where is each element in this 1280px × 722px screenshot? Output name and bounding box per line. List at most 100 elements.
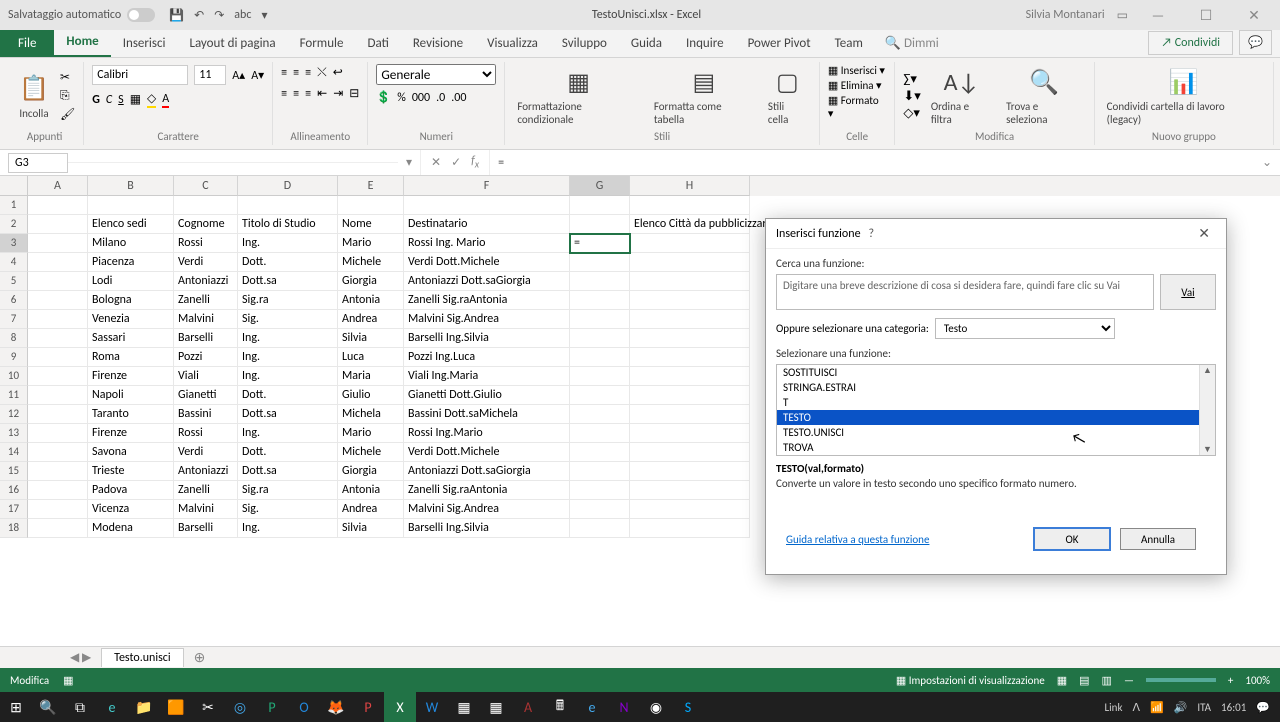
function-item[interactable]: STRINGA.ESTRAI — [777, 380, 1215, 395]
tab-inquire[interactable]: Inquire — [674, 30, 736, 57]
cell[interactable]: Dott.sa — [238, 462, 338, 481]
cell[interactable] — [28, 272, 88, 291]
excel-icon[interactable]: X — [384, 692, 416, 722]
cell[interactable]: Dott.sa — [238, 405, 338, 424]
cell[interactable]: Ing. — [238, 519, 338, 538]
cell[interactable]: Dott.sa — [238, 272, 338, 291]
cell[interactable]: Malvini — [174, 500, 238, 519]
cell[interactable] — [630, 329, 750, 348]
align-top-icon[interactable]: ≡ — [281, 66, 287, 80]
copy-icon[interactable]: ⎘ — [60, 89, 75, 103]
cell[interactable] — [570, 253, 630, 272]
tray-up-icon[interactable]: ᐱ — [1132, 701, 1140, 714]
cell[interactable] — [570, 196, 630, 215]
align-right-icon[interactable]: ≡ — [305, 87, 311, 101]
cell[interactable] — [570, 500, 630, 519]
strike-icon[interactable]: abc — [234, 8, 251, 23]
sheet-tab[interactable]: Testo.unisci — [101, 648, 183, 667]
cell[interactable]: Destinatario — [404, 215, 570, 234]
tray-net-icon[interactable]: 📶 — [1150, 701, 1164, 714]
font-color-icon[interactable]: A — [162, 92, 169, 108]
grow-font-icon[interactable]: A▴ — [232, 68, 245, 83]
cell[interactable]: Malvini Sig.Andrea — [404, 500, 570, 519]
cell[interactable]: Padova — [88, 481, 174, 500]
col-header[interactable]: A — [28, 176, 88, 196]
undo-icon[interactable]: ↶ — [194, 8, 204, 23]
tray-sound-icon[interactable]: 🔊 — [1174, 701, 1188, 714]
cond-format-button[interactable]: ▦Formattazione condizionale — [513, 66, 644, 126]
cell[interactable]: Mario — [338, 234, 404, 253]
edge-icon[interactable]: e — [96, 692, 128, 722]
function-item[interactable]: SOSTITUISCI — [777, 365, 1215, 380]
cell[interactable] — [28, 367, 88, 386]
cell[interactable] — [570, 443, 630, 462]
fx-icon[interactable]: fx — [471, 154, 479, 170]
cell[interactable] — [28, 215, 88, 234]
tab-revisione[interactable]: Revisione — [401, 30, 475, 57]
cell[interactable]: Michele — [338, 443, 404, 462]
painter-icon[interactable]: 🖌 — [60, 107, 75, 122]
cell[interactable] — [630, 519, 750, 538]
cell[interactable]: Rossi — [174, 234, 238, 253]
file-tab[interactable]: File — [0, 30, 54, 57]
cell[interactable]: Antoniazzi — [174, 462, 238, 481]
cell[interactable]: Malvini Sig.Andrea — [404, 310, 570, 329]
dialog-close-icon[interactable]: ✕ — [1192, 225, 1216, 242]
cell[interactable] — [630, 272, 750, 291]
col-header[interactable]: H — [630, 176, 750, 196]
cell[interactable]: Napoli — [88, 386, 174, 405]
cell[interactable] — [630, 424, 750, 443]
tab-powerpivot[interactable]: Power Pivot — [736, 30, 823, 57]
indent-inc-icon[interactable]: ⇥ — [333, 86, 343, 101]
cell[interactable]: = — [570, 234, 630, 253]
cell[interactable] — [28, 196, 88, 215]
cell[interactable] — [28, 234, 88, 253]
cell[interactable]: Sig.ra — [238, 481, 338, 500]
cell[interactable]: Barselli Ing.Silvia — [404, 329, 570, 348]
currency-icon[interactable]: 💲 — [376, 90, 391, 105]
find-select-button[interactable]: 🔍Trova e seleziona — [1002, 66, 1086, 126]
percent-icon[interactable]: % — [397, 91, 406, 105]
tray-notif-icon[interactable]: 💬 — [1256, 701, 1270, 714]
tab-visualizza[interactable]: Visualizza — [475, 30, 550, 57]
cell[interactable]: Andrea — [338, 500, 404, 519]
cell[interactable]: Giorgia — [338, 272, 404, 291]
cell[interactable]: Andrea — [338, 310, 404, 329]
cell[interactable]: Cognome — [174, 215, 238, 234]
view-normal-icon[interactable]: ▦ — [1057, 674, 1067, 687]
format-cells[interactable]: ▦ Formato ▾ — [828, 94, 887, 120]
row-header[interactable]: 9 — [0, 348, 28, 367]
taskview-icon[interactable]: ⧉ — [64, 692, 96, 722]
add-sheet-button[interactable]: ⊕ — [184, 649, 216, 666]
cell[interactable]: Milano — [88, 234, 174, 253]
col-header[interactable]: C — [174, 176, 238, 196]
indent-dec-icon[interactable]: ⇤ — [317, 86, 327, 101]
cell[interactable] — [570, 386, 630, 405]
function-item[interactable]: TESTO.UNISCI — [777, 425, 1215, 440]
cell[interactable] — [630, 405, 750, 424]
cell[interactable] — [28, 386, 88, 405]
col-header[interactable]: E — [338, 176, 404, 196]
cell[interactable]: Ing. — [238, 329, 338, 348]
macro-rec-icon[interactable]: ▦ — [63, 674, 73, 687]
access-icon[interactable]: A — [512, 692, 544, 722]
cell[interactable]: Modena — [88, 519, 174, 538]
cell[interactable] — [28, 310, 88, 329]
row-header[interactable]: 17 — [0, 500, 28, 519]
col-header[interactable]: G — [570, 176, 630, 196]
insert-cells[interactable]: ▦ Inserisci ▾ — [828, 64, 887, 77]
inc-dec-icon[interactable]: .0 — [436, 91, 445, 105]
row-header[interactable]: 12 — [0, 405, 28, 424]
cell[interactable] — [28, 291, 88, 310]
cell[interactable] — [28, 424, 88, 443]
bold-button[interactable]: G — [92, 93, 100, 107]
cell[interactable]: Dott. — [238, 443, 338, 462]
cell[interactable]: Dott. — [238, 386, 338, 405]
onenote-icon[interactable]: N — [608, 692, 640, 722]
tab-layout[interactable]: Layout di pagina — [177, 30, 287, 57]
cell[interactable]: Sig. — [238, 310, 338, 329]
clear-icon[interactable]: ◇▾ — [903, 106, 920, 121]
search-icon[interactable]: 🔍 — [32, 692, 64, 722]
scroll-down-icon[interactable]: ▼ — [1203, 444, 1212, 455]
tray-link[interactable]: Link — [1105, 701, 1123, 714]
